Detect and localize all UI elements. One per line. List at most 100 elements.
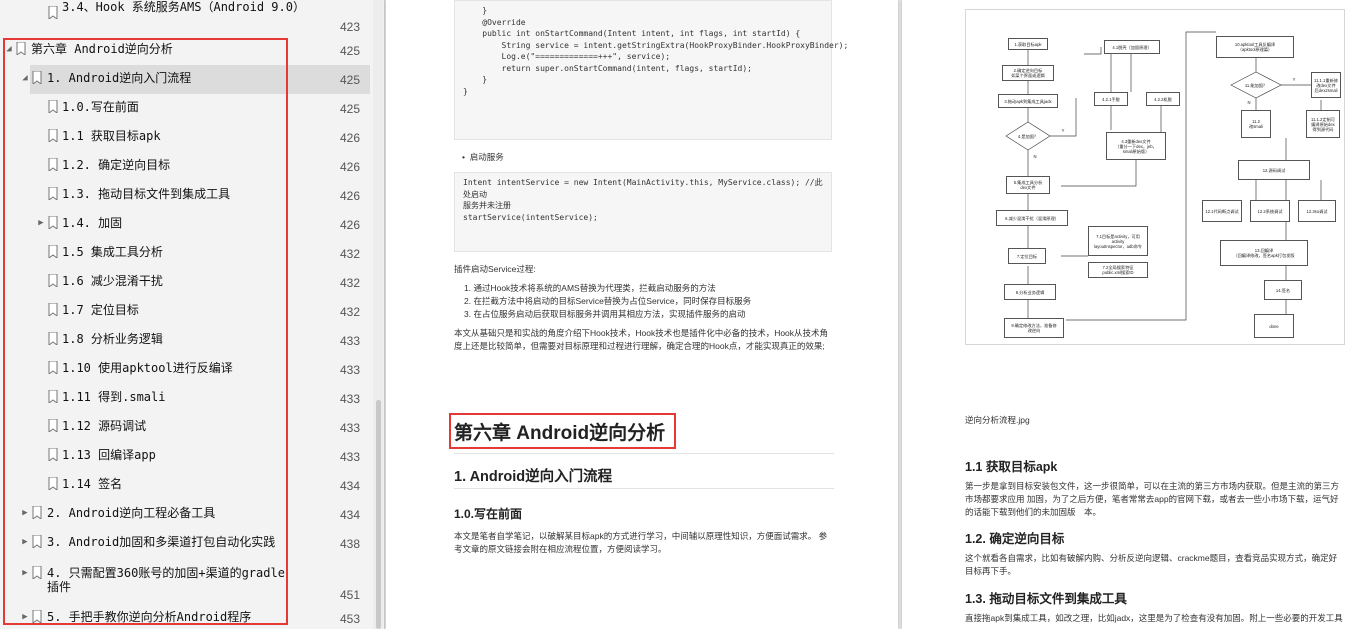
paragraph: 本文从基础只是和实战的角度介绍下Hook技术，Hook技术也是插件化中必备的技术… [454,328,829,351]
step-item: 3. 在占位服务启动后获取目标服务并调用其相应方法，实现插件服务的启动 [464,309,746,319]
bookmark-item[interactable]: 1.8 分析业务逻辑 433 [0,326,370,355]
bookmark-item-selected[interactable]: ◢ 1. Android逆向入门流程 425 [22,65,370,94]
page-number: 433 [340,450,361,464]
divider [454,453,834,454]
bookmark-label: 1.2. 确定逆向目标 [62,158,171,172]
page-number: 434 [340,508,361,522]
bookmark-label: 第六章 Android逆向分析 [31,42,173,56]
bookmark-item[interactable]: 1.11 得到.smali 433 [0,384,370,413]
expand-down-icon[interactable]: ◢ [20,71,30,85]
flow-node: 14.签名 [1264,280,1302,300]
bookmark-label: 1.4. 加固 [62,216,123,230]
page-number: 425 [340,73,361,87]
bookmark-label: 1.12 源码调试 [62,419,147,433]
flow-node: 8.分析业务逻辑 [1004,284,1056,300]
flow-node: 2.确定逆向目标 如某个界面或逻辑 [1002,65,1054,81]
bookmark-icon [48,187,58,200]
bookmark-item[interactable]: 1.12 源码调试 433 [0,413,370,442]
bookmark-icon [48,477,58,490]
bookmark-item[interactable]: 1.10 使用apktool进行反编译 433 [0,355,370,384]
flow-node: 11.1.2定制可 编译原始dex 得到源代码 [1306,110,1340,138]
bookmark-item[interactable]: 1.1 获取目标apk 426 [0,123,370,152]
expand-right-icon[interactable]: ▶ [20,506,30,520]
bookmark-item[interactable]: 1.6 减少混淆干扰 432 [0,268,370,297]
flow-node: 12.3so调试 [1298,200,1336,222]
page-number: 432 [340,276,361,290]
flow-node: 3.拖动apk到集成工具jadx [998,94,1058,108]
image-caption: 逆向分析流程.jpg [965,415,1030,425]
page-number: 426 [340,160,361,174]
sidebar-scrollbar-thumb[interactable] [376,400,381,629]
flow-node: 7.定位目标 [1008,248,1046,264]
bookmark-label: 1.3. 拖动目标文件到集成工具 [62,187,231,201]
flow-node: 1.获取目标apk [1008,38,1048,50]
flow-node: 9.确定修改方法，准备修 改逆向 [1004,318,1064,338]
expand-right-icon[interactable]: ▶ [20,535,30,549]
page-number: 433 [340,334,361,348]
bookmark-item[interactable]: 1.0.写在前面 425 [0,94,370,123]
page-number: 451 [340,588,361,602]
bookmark-item[interactable]: 1.13 回编译app 433 [0,442,370,471]
bookmark-label: 1. Android逆向入门流程 [47,71,192,85]
flow-node: 11.能加固？ [1244,83,1268,88]
document-page-left: } @Override public int onStartCommand(In… [386,0,898,629]
bookmark-item[interactable]: ▶ 5. 手把手教你逆向分析Android程序 453 [0,604,370,629]
flow-node: 4.3重新dex文件 （重分一下dex，jeb， smali原始版） [1106,132,1166,160]
subsection-title: 1.0.写在前面 [454,507,523,521]
flow-node: 12.1代码断点调试 [1202,200,1242,222]
page-number: 426 [340,189,361,203]
bookmarks-panel: 3.4、Hook 系统服务AMS（Android 9.0） 423 ◢ 第六章 … [0,0,385,629]
chapter-title: 第六章 Android逆向分析 [454,423,666,444]
expand-right-icon[interactable]: ▶ [20,610,30,624]
bookmark-icon [48,129,58,142]
bookmark-item[interactable]: 1.5 集成工具分析 432 [0,239,370,268]
bookmark-item[interactable]: 1.7 定位目标 432 [0,297,370,326]
flow-node: 7.2全局搜索特征 public.xml搜索ID [1088,262,1148,278]
flow-node: 11.2 改smali [1241,110,1271,138]
bookmark-label: 2. Android逆向工程必备工具 [47,506,216,520]
expand-right-icon[interactable]: ▶ [20,566,30,580]
bullet-text: 启动服务 [469,152,504,162]
step-item: 1. 通过Hook技术将系统的AMS替换为代理类，拦截启动服务的方法 [464,283,716,293]
page-number: 433 [340,421,361,435]
page-number: 426 [340,131,361,145]
page-number: 425 [340,102,361,116]
bookmark-icon [48,419,58,432]
steps-list: 1. 通过Hook技术将系统的AMS替换为代理类，拦截启动服务的方法 2. 在拦… [464,282,751,321]
bookmark-label: 5. 手把手教你逆向分析Android程序 [47,610,252,624]
bookmark-icon [48,100,58,113]
section-title: 1.2. 确定逆向目标 [965,532,1065,546]
bookmark-label: 1.13 回编译app [62,448,156,462]
flow-node: 5.集成工具分析 dex文件 [1006,176,1050,194]
paragraph: 本文是笔者自学笔记，以破解某目标apk的方式进行学习，中间辅以原理性知识，方便面… [454,531,828,554]
bookmark-item[interactable]: ▶ 3. Android加固和多渠道打包自动化实践 438 [0,529,370,558]
section-title: 1. Android逆向入门流程 [454,469,613,485]
bookmark-icon [32,71,42,84]
bookmark-icon [32,506,42,519]
expand-right-icon[interactable]: ▶ [36,216,46,230]
page-number: 434 [340,479,361,493]
bookmark-label: 1.5 集成工具分析 [62,245,163,259]
bookmark-item-chapter-6[interactable]: ◢ 第六章 Android逆向分析 425 [0,36,370,65]
bookmark-icon [32,610,42,623]
flow-edge-label: Y [1061,127,1065,133]
bookmark-item[interactable]: ▶ 1.4. 加固 426 [0,210,370,239]
step-item: 2. 在拦截方法中将启动的目标Service替换为占位Service，同时保存目… [464,296,752,306]
page-number: 432 [340,247,361,261]
section-title: 1.3. 拖动目标文件到集成工具 [965,592,1127,606]
bookmark-item[interactable]: ▶ 2. Android逆向工程必备工具 434 [0,500,370,529]
process-title: 插件启动Service过程: [454,264,536,274]
bookmark-label: 1.6 减少混淆干扰 [62,274,163,288]
flow-edge-label: N [1247,99,1251,105]
bookmark-item[interactable]: 1.14 签名 434 [0,471,370,500]
bookmark-icon [32,535,42,548]
bookmark-label: 4. 只需配置360账号的加固+渠道的gradle插件 [47,566,285,594]
bookmark-item[interactable]: 3.4、Hook 系统服务AMS（Android 9.0） 423 [0,0,370,34]
expand-down-icon[interactable]: ◢ [4,42,14,56]
bookmark-item[interactable]: ▶ 4. 只需配置360账号的加固+渠道的gradle插件 451 [0,560,370,602]
flow-node: 4.是加固？ [1017,133,1039,139]
bookmark-item[interactable]: 1.3. 拖动目标文件到集成工具 426 [0,181,370,210]
bookmark-item[interactable]: 1.2. 确定逆向目标 426 [0,152,370,181]
flow-node: 11.1.1重新修 改dex文件 后dex2smali [1311,72,1341,98]
bookmark-label: 1.0.写在前面 [62,100,139,114]
